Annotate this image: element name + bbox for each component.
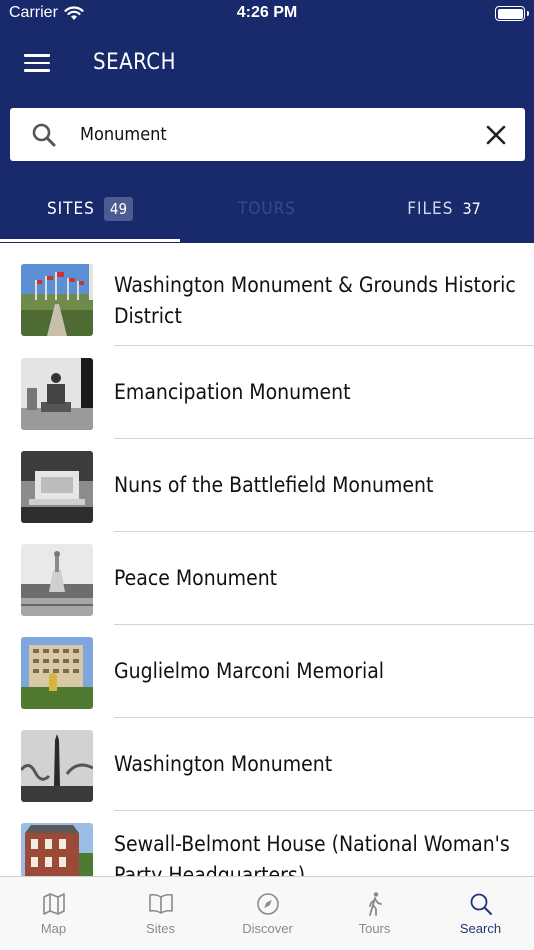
battery-icon [495, 6, 529, 21]
menu-line [24, 61, 50, 64]
menu-line [24, 69, 50, 72]
tabbar-sites[interactable]: Sites [107, 877, 214, 950]
tabbar-label: Tours [358, 921, 391, 936]
tab-label: SITES [46, 198, 95, 219]
tabbar-label: Discover [242, 921, 293, 936]
result-item[interactable]: Peace Monument [0, 532, 534, 625]
tab-count: 37 [462, 199, 481, 218]
result-thumbnail [21, 451, 93, 523]
result-title: Washington Monument [114, 752, 333, 776]
result-title: Guglielmo Marconi Memorial [114, 659, 385, 683]
result-item[interactable]: Sewall-Belmont House (National Woman's P… [0, 811, 534, 876]
tab-label: TOURS [238, 198, 296, 219]
search-icon [32, 123, 56, 147]
active-tab-indicator [0, 239, 180, 242]
result-thumbnail [21, 823, 93, 876]
result-title: Sewall-Belmont House (National Woman's P… [114, 832, 510, 876]
result-thumbnail [21, 637, 93, 709]
tabbar-label: Sites [146, 921, 175, 936]
result-item[interactable]: Nuns of the Battlefield Monument [0, 439, 534, 532]
tabbar-label: Map [40, 921, 67, 936]
search-input[interactable] [80, 116, 460, 153]
tab-sites[interactable]: SITES 49 [0, 178, 180, 239]
tab-tours[interactable]: TOURS [180, 178, 354, 239]
result-tabs: SITES 49 TOURS FILES 37 [0, 178, 534, 243]
clear-search-icon[interactable] [485, 124, 507, 146]
result-title: Washington Monument & Grounds Historic D… [114, 273, 516, 328]
map-icon [42, 893, 65, 915]
result-thumbnail [21, 730, 93, 802]
tabbar-label: Search [459, 921, 502, 936]
results-list[interactable]: Washington Monument & Grounds Historic D… [0, 252, 534, 876]
result-thumbnail [21, 544, 93, 616]
result-thumbnail [21, 264, 93, 336]
result-item[interactable]: Emancipation Monument [0, 346, 534, 439]
page-title: SEARCH [93, 50, 176, 75]
search-icon [470, 893, 492, 915]
result-thumbnail [21, 358, 93, 430]
result-title: Nuns of the Battlefield Monument [114, 473, 434, 497]
search-bar [10, 108, 525, 161]
result-item[interactable]: Washington Monument & Grounds Historic D… [0, 252, 534, 346]
tabbar-discover[interactable]: Discover [214, 877, 321, 950]
tabbar-tours[interactable]: Tours [321, 877, 428, 950]
result-title: Emancipation Monument [114, 380, 351, 404]
menu-line [24, 54, 50, 57]
book-icon [148, 893, 173, 914]
result-item[interactable]: Washington Monument [0, 718, 534, 811]
tab-count-badge: 49 [103, 196, 134, 221]
walking-icon [368, 892, 382, 916]
bottom-tab-bar: Map Sites Discover Tours Search [0, 876, 534, 950]
result-item[interactable]: Guglielmo Marconi Memorial [0, 625, 534, 718]
clock: 4:26 PM [236, 4, 298, 21]
tabbar-map[interactable]: Map [0, 877, 107, 950]
result-title: Peace Monument [114, 566, 278, 590]
compass-icon [256, 893, 279, 915]
tab-files[interactable]: FILES 37 [354, 178, 534, 239]
tabbar-search[interactable]: Search [427, 877, 534, 950]
tab-label: FILES [407, 198, 454, 219]
hamburger-menu-button[interactable] [24, 54, 50, 74]
app-header: Carrier 4:26 PM SEARCH SITES 49 [0, 0, 534, 243]
status-bar: Carrier 4:26 PM [0, 0, 534, 28]
